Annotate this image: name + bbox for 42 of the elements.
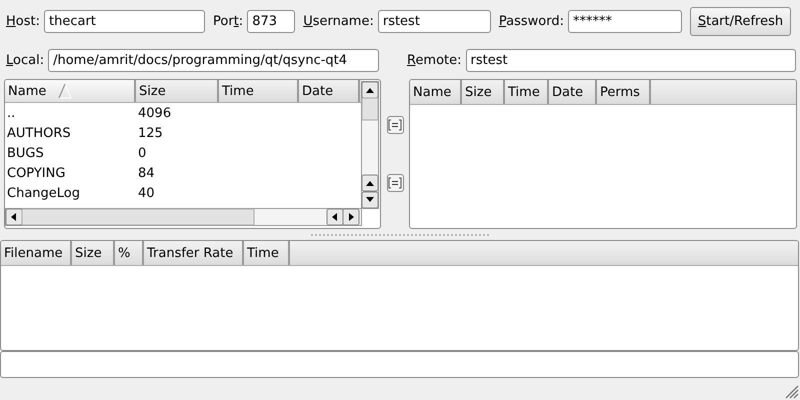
column-header[interactable]: Name [5,80,136,102]
column-header[interactable]: Time [505,80,549,104]
column-header[interactable]: Name [410,80,462,104]
password-field[interactable]: ****** [568,10,682,32]
column-header[interactable]: Transfer Rate [144,241,244,265]
local-path-field[interactable]: /home/amrit/docs/programming/qt/qsync-qt4 [48,49,380,72]
table-cell-text: .. [6,106,16,120]
field-label: Username: [303,14,374,28]
column-header[interactable]: Size [462,80,505,104]
column-header[interactable]: Size [136,80,219,102]
field-label: Host: [6,14,40,28]
resize-grip-icon [785,385,799,399]
remote-path-field[interactable]: rstest [466,49,796,72]
remote-label: Remote: [406,53,462,68]
port-field[interactable]: 873 [247,10,296,32]
column-header[interactable]: Perms [597,80,651,104]
column-header[interactable]: Filename [1,241,72,265]
local-label: Local: [6,53,44,68]
transfer-button[interactable] [386,174,404,192]
field-label: Port: [213,14,244,28]
table-cell-text: 0 [137,146,148,160]
table-cell-text: 125 [137,126,164,140]
column-header[interactable]: Time [219,80,299,102]
column-header[interactable]: Time [244,241,290,265]
transfer-button[interactable] [386,116,404,134]
table-cell-text: 40 [137,186,156,200]
start-refresh-button[interactable]: Start/Refresh [690,6,791,36]
table-cell-text: ChangeLog [6,186,81,200]
sort-ascending-icon [58,83,72,99]
list-icon [388,177,402,189]
username-field[interactable]: rstest [378,10,491,32]
column-header[interactable]: % [115,241,144,265]
list-icon [388,119,402,131]
table-cell-text: 84 [137,166,156,180]
column-header[interactable]: Size [72,241,115,265]
table-cell-text: BUGS [6,146,45,160]
field-label: Password: [498,14,564,28]
table-cell-text: COPYING [6,166,66,180]
table-cell-text: 4096 [137,106,172,120]
table-cell-text: AUTHORS [6,126,72,140]
host-field[interactable]: thecart [44,10,205,32]
column-header[interactable]: Date [549,80,597,104]
